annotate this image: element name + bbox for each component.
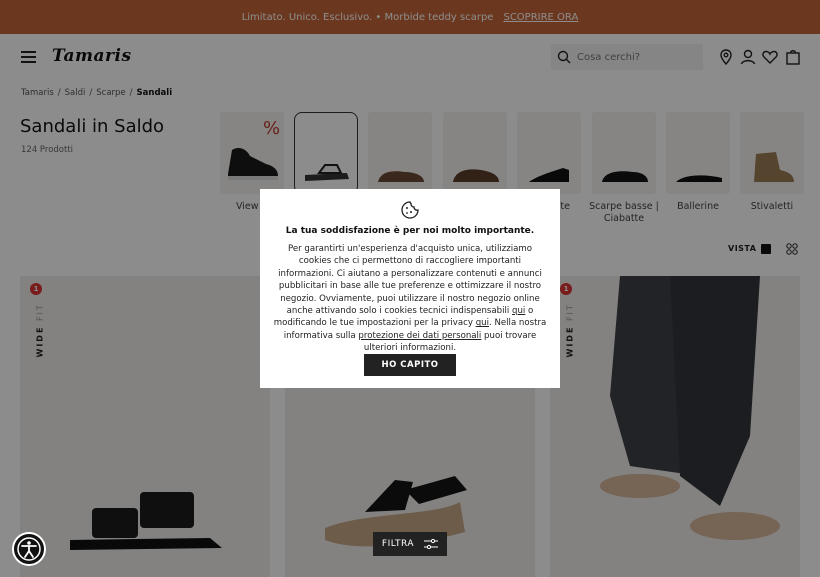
cookie-link-qui-privacy[interactable]: qui bbox=[476, 318, 489, 328]
cookie-icon bbox=[401, 201, 419, 219]
filter-button[interactable]: FILTRA bbox=[373, 532, 447, 556]
cookie-link-qui-tecnici[interactable]: qui bbox=[512, 306, 525, 316]
accept-cookies-button[interactable]: HO CAPITO bbox=[364, 354, 456, 376]
cookie-link-privacy-policy[interactable]: protezione dei dati personali bbox=[358, 331, 481, 341]
cookie-text: Per garantirti un'esperienza d'acquisto … bbox=[278, 244, 542, 317]
accessibility-icon bbox=[17, 537, 41, 561]
cookie-consent-dialog: La tua soddisfazione è per noi molto imp… bbox=[260, 189, 560, 388]
filter-sliders-icon bbox=[424, 539, 439, 549]
cookie-title: La tua soddisfazione è per noi molto imp… bbox=[285, 226, 535, 236]
filter-label: FILTRA bbox=[381, 539, 415, 549]
accessibility-button[interactable] bbox=[12, 532, 46, 566]
cookie-body: Per garantirti un'esperienza d'acquisto … bbox=[272, 243, 548, 355]
